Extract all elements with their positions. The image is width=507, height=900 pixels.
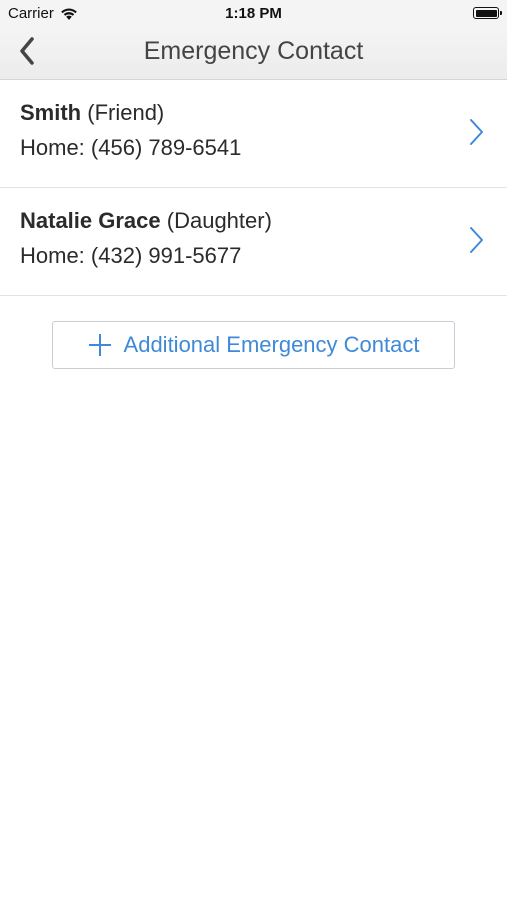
contact-phone: Home: (456) 789-6541 xyxy=(20,135,242,160)
navigation-bar: Emergency Contact xyxy=(0,28,507,80)
add-emergency-contact-button[interactable]: Additional Emergency Contact xyxy=(52,321,455,369)
battery-icon xyxy=(473,7,502,19)
contact-relation: (Friend) xyxy=(87,100,165,125)
contact-heading: Smith (Friend) xyxy=(20,100,164,126)
plus-icon xyxy=(88,334,111,356)
contact-name: Smith xyxy=(20,100,82,125)
contact-phone: Home: (432) 991-5677 xyxy=(20,243,242,268)
status-time: 1:18 PM xyxy=(225,5,282,22)
contact-name: Natalie Grace xyxy=(20,208,161,233)
status-bar: Carrier 1:18 PM xyxy=(0,0,507,28)
contact-relation: (Daughter) xyxy=(166,208,272,233)
contact-heading: Natalie Grace (Daughter) xyxy=(20,208,272,234)
contact-list: Smith (Friend) Home: (456) 789-6541 Nata… xyxy=(0,80,507,296)
contact-row-smith[interactable]: Smith (Friend) Home: (456) 789-6541 xyxy=(0,80,507,188)
add-button-label: Additional Emergency Contact xyxy=(123,332,420,357)
chevron-right-icon xyxy=(470,119,483,145)
page-title: Emergency Contact xyxy=(143,37,364,65)
chevron-right-icon xyxy=(470,227,483,253)
contact-row-natalie-grace[interactable]: Natalie Grace (Daughter) Home: (432) 991… xyxy=(0,188,507,296)
